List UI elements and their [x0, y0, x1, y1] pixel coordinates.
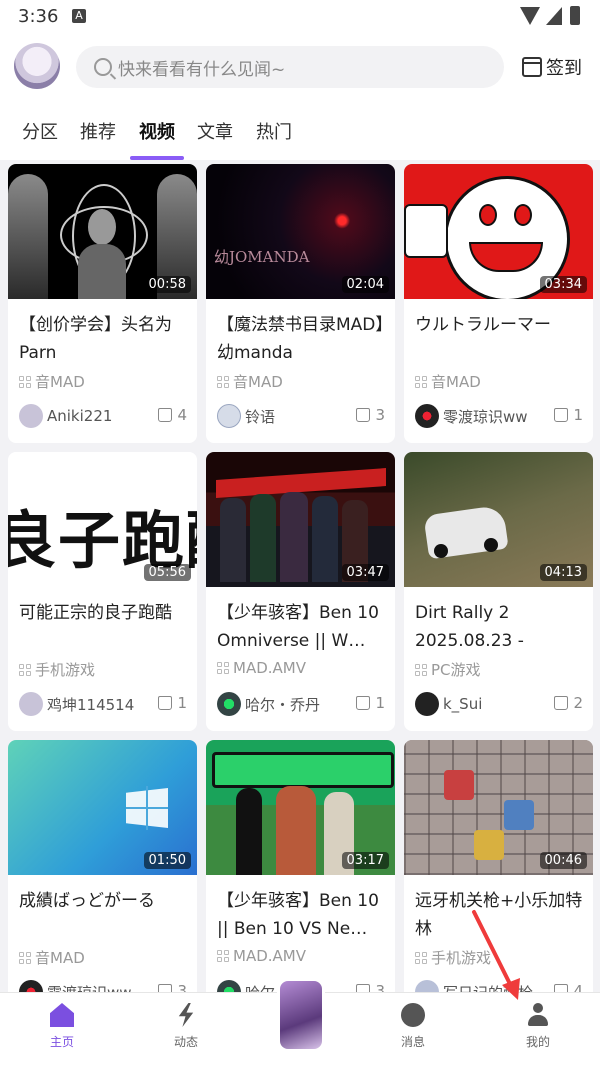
annotation-arrow: [472, 910, 520, 1000]
